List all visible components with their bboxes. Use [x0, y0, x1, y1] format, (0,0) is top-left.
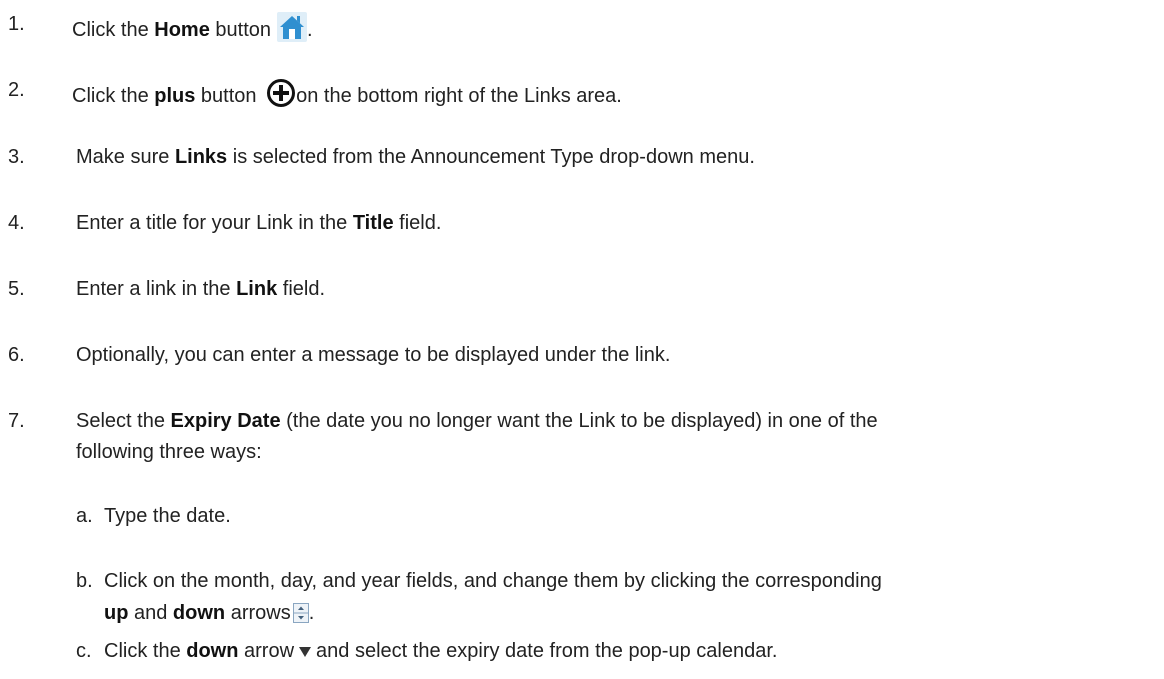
step-number: 6.	[8, 344, 25, 366]
down-label: down	[186, 640, 239, 662]
substep-text: up and down arrows .	[104, 602, 315, 624]
step-number: 7.	[8, 410, 25, 432]
plus-label: plus	[154, 85, 196, 107]
step-text: Enter a link in the Link field.	[76, 278, 326, 300]
substep-letter: b.	[76, 570, 93, 592]
step-number: 5.	[8, 278, 25, 300]
step-text: Select the Expiry Date (the date you no …	[76, 410, 878, 432]
step-text: Optionally, you can enter a message to b…	[76, 344, 671, 366]
substep-text: Click the down arrow and select the expi…	[104, 640, 778, 662]
step-text: Make sure Links is selected from the Ann…	[76, 146, 755, 168]
substep-letter: c.	[76, 640, 92, 662]
step-text: Enter a title for your Link in the Title…	[76, 212, 442, 234]
home-icon	[277, 12, 307, 42]
substep-text: Click on the month, day, and year fields…	[104, 570, 882, 592]
step-number: 4.	[8, 212, 25, 234]
substep-letter: a.	[76, 505, 93, 527]
step-number: 2.	[8, 79, 25, 101]
step-text: Click the Home button .	[72, 12, 313, 42]
up-label: up	[104, 602, 129, 624]
step-number: 1.	[8, 13, 25, 35]
step-text: following three ways:	[76, 441, 262, 463]
step-text: Click the plus button on the bottom righ…	[72, 78, 622, 108]
title-field-label: Title	[352, 212, 394, 234]
down-label: down	[172, 602, 226, 624]
home-label: Home	[154, 19, 210, 41]
expiry-date-label: Expiry Date	[170, 410, 281, 432]
down-triangle-icon	[299, 647, 312, 657]
plus-circle-icon	[267, 79, 296, 107]
links-label: Links	[174, 146, 228, 168]
substep-text: Type the date.	[104, 505, 231, 527]
link-field-label: Link	[236, 278, 278, 300]
step-number: 3.	[8, 146, 25, 168]
up-down-arrows-icon	[292, 603, 309, 623]
